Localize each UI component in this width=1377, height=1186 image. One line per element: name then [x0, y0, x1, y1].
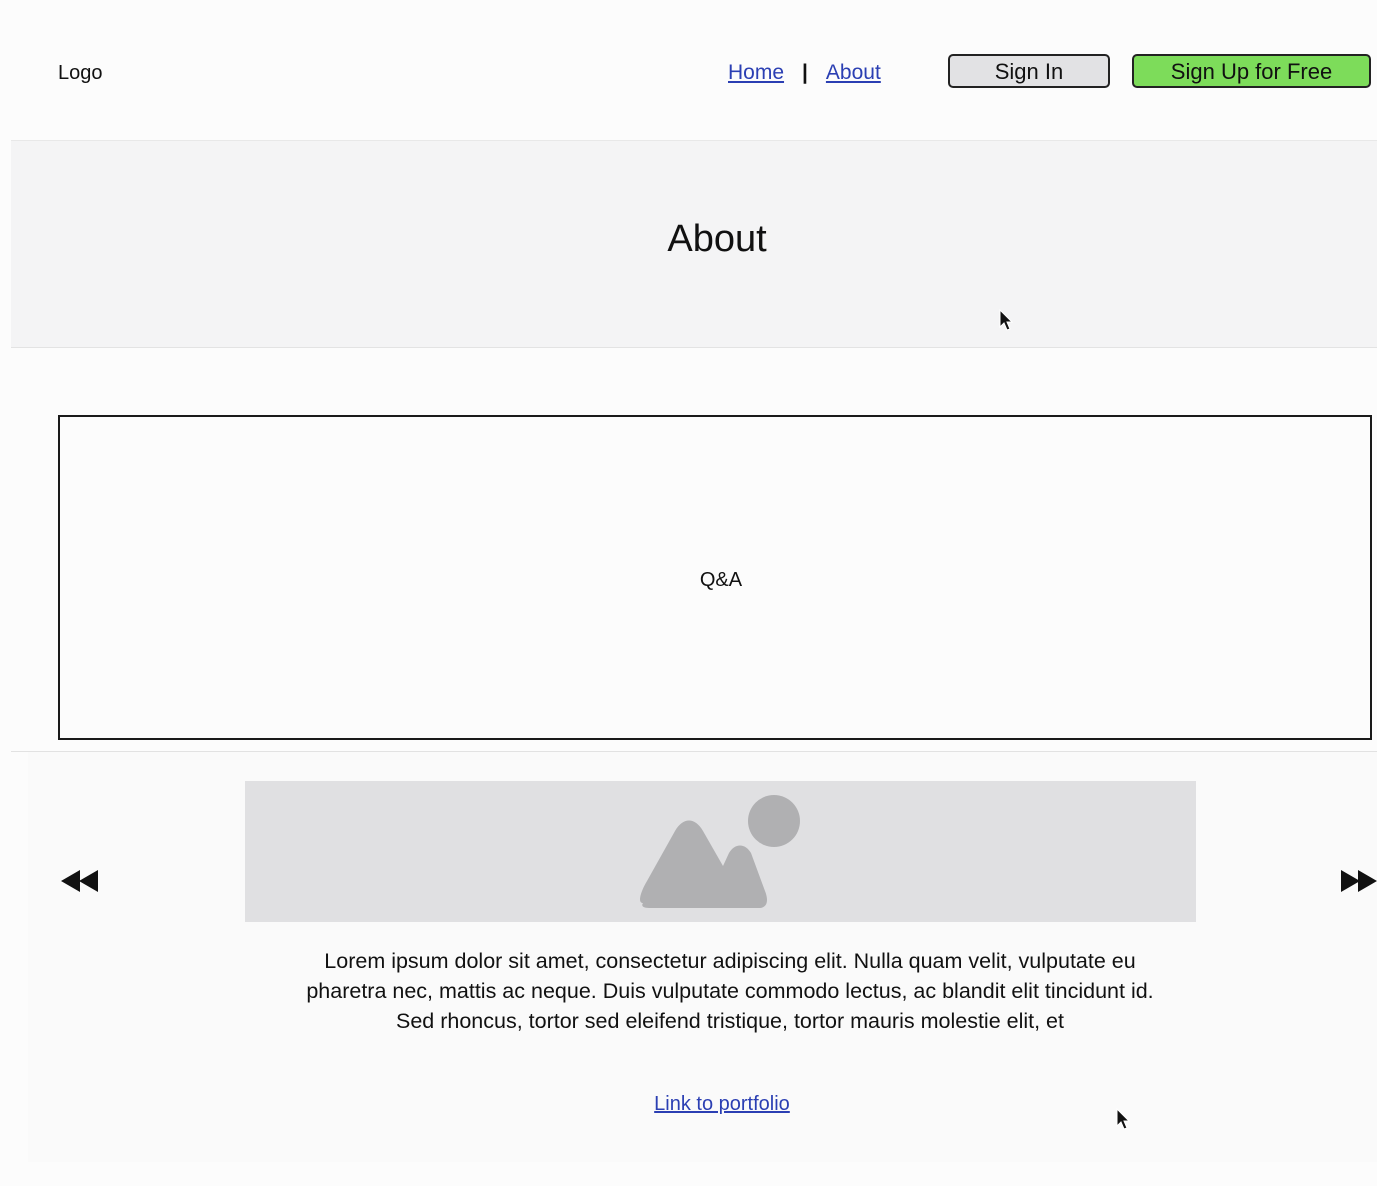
rewind-icon[interactable] — [61, 868, 101, 894]
header: Logo Home | About Sign In Sign Up for Fr… — [0, 0, 1377, 140]
image-placeholder — [245, 781, 1196, 922]
logo[interactable]: Logo — [58, 61, 103, 85]
cursor-icon — [1116, 1107, 1132, 1132]
image-placeholder-icon — [640, 795, 800, 908]
page: Logo Home | About Sign In Sign Up for Fr… — [0, 0, 1377, 1186]
portfolio-link[interactable]: Link to portfolio — [654, 1093, 790, 1115]
nav-link-home[interactable]: Home — [728, 60, 784, 86]
nav-separator: | — [802, 61, 808, 84]
cursor-icon — [999, 308, 1015, 333]
carousel-description: Lorem ipsum dolor sit amet, consectetur … — [306, 949, 1154, 1033]
sign-in-button[interactable]: Sign In — [948, 54, 1110, 88]
portfolio-link-wrapper: Link to portfolio — [0, 1092, 1377, 1116]
page-title: About — [667, 218, 767, 260]
fast-forward-icon[interactable] — [1339, 868, 1377, 894]
hero-banner: About — [11, 140, 1377, 348]
nav: Home | About — [728, 60, 881, 86]
nav-link-about[interactable]: About — [826, 60, 881, 86]
sign-up-button[interactable]: Sign Up for Free — [1132, 54, 1371, 88]
qa-label: Q&A — [699, 569, 743, 591]
qa-section: Q&A — [58, 415, 1372, 740]
